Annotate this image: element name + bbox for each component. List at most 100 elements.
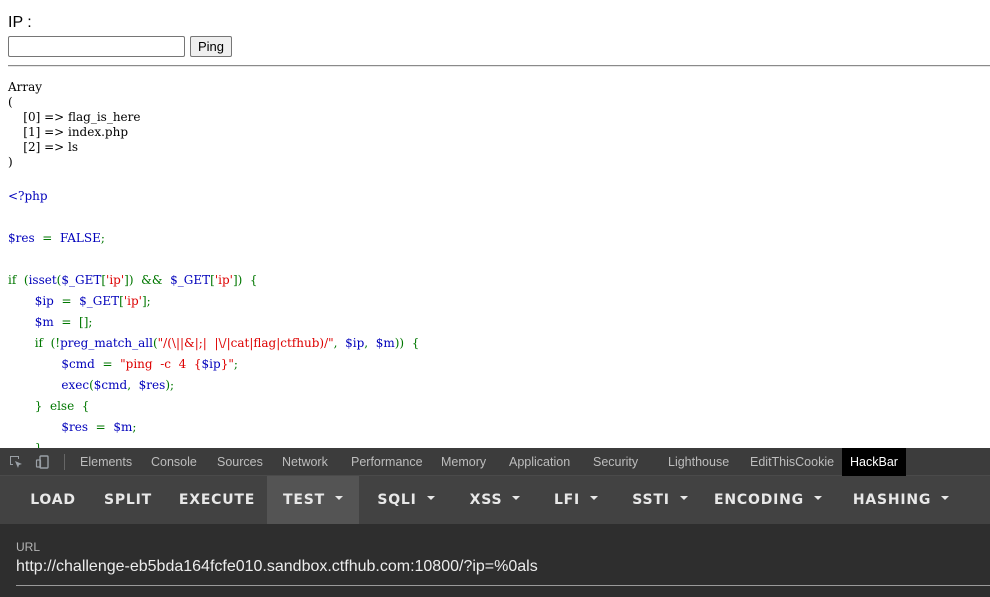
code-token: 'ip': [214, 273, 233, 287]
code-token: preg_match_all: [60, 336, 153, 350]
command-output: Array ( [0] => flag_is_here [1] => index…: [8, 80, 141, 169]
code-token: $cmd: [61, 357, 95, 371]
code-token: $ip: [34, 294, 54, 308]
code-token: }": [220, 357, 234, 371]
code-token: $m: [113, 420, 133, 434]
hackbar-url-section: URL http://challenge-eb5bda164fcfe010.sa…: [0, 524, 990, 597]
code-line: }: [8, 438, 43, 448]
hackbar-toolbar: LOAD SPLIT EXECUTE TEST SQLI XSS LFI SSTI ENCODI…: [0, 476, 990, 524]
code-token: $cmd: [93, 378, 128, 392]
code-token: $m: [375, 336, 395, 350]
code-line: exec($cmd, $res);: [8, 375, 174, 396]
hackbar-ssti-button[interactable]: SSTI: [618, 476, 702, 524]
code-token: )) {: [394, 336, 420, 350]
code-token: } else {: [34, 399, 90, 413]
code-token: ]) {: [232, 273, 258, 287]
hackbar-button-label: SPLIT: [103, 492, 153, 508]
dropdown-caret-icon: [813, 496, 822, 500]
devtools-tab-editthiscookie[interactable]: EditThisCookie: [742, 448, 842, 476]
devtools-panel: Elements Console Sources Network Performance…: [0, 448, 990, 597]
hackbar-button-label: LFI: [553, 492, 581, 508]
code-token: ]) &&: [124, 273, 171, 287]
hackbar-encoding-button[interactable]: ENCODING: [708, 476, 828, 524]
code-line: $res = $m;: [8, 417, 136, 438]
hackbar-test-button[interactable]: TEST: [267, 476, 359, 524]
code-line: $res = FALSE;: [8, 228, 105, 249]
code-token: $ip: [201, 357, 221, 371]
hackbar-sqli-button[interactable]: SQLI: [364, 476, 448, 524]
url-field-underline: [16, 585, 990, 586]
code-token: $ip: [345, 336, 365, 350]
code-token: $m: [34, 315, 54, 329]
devtools-tab-console[interactable]: Console: [143, 448, 205, 476]
devtools-tab-network[interactable]: Network: [274, 448, 336, 476]
page-content: IP : Ping Array ( [0] => flag_is_here [1…: [0, 0, 990, 448]
dropdown-caret-icon: [679, 496, 688, 500]
code-token: $_GET: [170, 273, 211, 287]
url-field[interactable]: http://challenge-eb5bda164fcfe010.sandbo…: [16, 558, 538, 576]
code-token: isset: [28, 273, 57, 287]
dropdown-caret-icon: [941, 496, 950, 500]
code-token: ,: [127, 378, 139, 392]
dropdown-caret-icon: [426, 496, 435, 500]
code-line: <?php: [8, 186, 48, 207]
devtools-tab-elements[interactable]: Elements: [72, 448, 140, 476]
devtools-tab-hackbar[interactable]: HackBar: [842, 448, 906, 476]
devtools-tab-lighthouse[interactable]: Lighthouse: [660, 448, 737, 476]
code-token: =: [34, 231, 60, 245]
dropdown-caret-icon: [334, 496, 343, 500]
code-token: "/(\||&|;| |\/|cat|flag|ctfhub)/": [157, 336, 334, 350]
device-toolbar-icon[interactable]: [35, 454, 51, 470]
code-token: <?php: [8, 189, 48, 203]
code-token: ;: [233, 357, 238, 371]
code-token: =: [94, 357, 121, 371]
hackbar-xss-button[interactable]: XSS: [455, 476, 535, 524]
devtools-tab-application[interactable]: Application: [501, 448, 578, 476]
hackbar-hashing-button[interactable]: HASHING: [842, 476, 960, 524]
hackbar-button-label: HASHING: [852, 492, 932, 508]
hackbar-button-label: EXECUTE: [178, 492, 256, 508]
toolbar-divider: [64, 454, 65, 470]
devtools-tab-bar: Elements Console Sources Network Performance…: [0, 448, 990, 476]
hackbar-button-label: SSTI: [632, 492, 670, 508]
divider: [8, 65, 990, 67]
devtools-tab-memory[interactable]: Memory: [433, 448, 494, 476]
code-token: "ping -c 4 {: [120, 357, 202, 371]
dropdown-caret-icon: [512, 496, 521, 500]
devtools-tab-security[interactable]: Security: [585, 448, 646, 476]
code-line: $cmd = "ping -c 4 {$ip}";: [8, 354, 238, 375]
ip-input[interactable]: [8, 36, 185, 57]
code-token: 'ip': [123, 294, 142, 308]
code-token: ,: [333, 336, 346, 350]
url-label: URL: [16, 540, 41, 554]
hackbar-button-label: TEST: [283, 492, 325, 508]
devtools-tab-sources[interactable]: Sources: [209, 448, 271, 476]
code-token: $res: [138, 378, 166, 392]
code-line: $m = [];: [8, 312, 93, 333]
hackbar-lfi-button[interactable]: LFI: [540, 476, 612, 524]
code-token: = [];: [53, 315, 93, 329]
code-token: $res: [61, 420, 89, 434]
code-line: if (isset($_GET['ip']) && $_GET['ip']) {: [8, 270, 258, 291]
hackbar-split-button[interactable]: SPLIT: [94, 476, 162, 524]
hackbar-button-label: SQLI: [377, 492, 417, 508]
code-token: if (!: [34, 336, 61, 350]
ip-label: IP :: [8, 14, 32, 31]
inspect-element-icon[interactable]: [8, 454, 24, 470]
code-token: $_GET: [79, 294, 120, 308]
code-token: =: [88, 420, 114, 434]
code-token: =: [53, 294, 80, 308]
hackbar-load-button[interactable]: LOAD: [20, 476, 86, 524]
hackbar-execute-button[interactable]: EXECUTE: [170, 476, 264, 524]
hackbar-button-label: XSS: [469, 492, 503, 508]
hackbar-button-label: ENCODING: [714, 492, 804, 508]
code-token: );: [165, 378, 175, 392]
devtools-tab-performance[interactable]: Performance: [343, 448, 431, 476]
code-token: ;: [132, 420, 137, 434]
ping-button[interactable]: Ping: [190, 36, 232, 57]
hackbar-button-label: LOAD: [30, 492, 76, 508]
code-token: $res: [8, 231, 35, 245]
